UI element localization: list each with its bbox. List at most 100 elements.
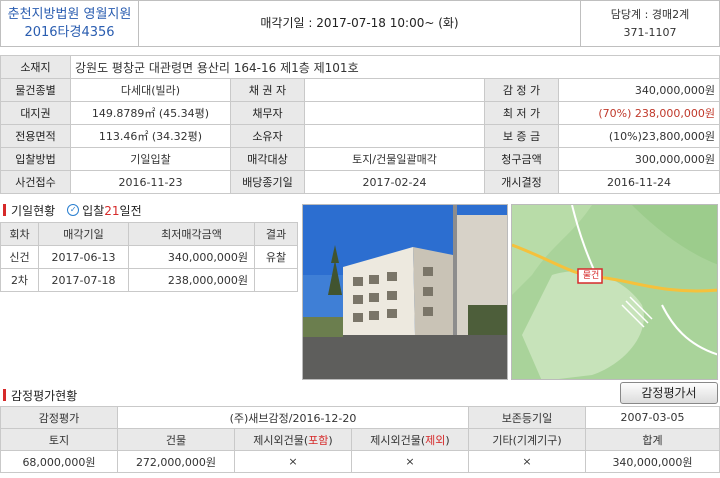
info-value: [304, 101, 485, 125]
info-value: 2017-02-24: [304, 170, 485, 194]
column-header: 회차: [0, 222, 39, 246]
info-label: 채 권 자: [230, 78, 305, 102]
date-cell: 2017-06-13: [38, 245, 129, 269]
column-header: 제시외건물(포함): [234, 428, 352, 451]
auction-history-table: 회차 매각기일 최저매각금액 결과 신건 2017-06-13 340,000,…: [0, 222, 298, 292]
column-header: 건물: [117, 428, 235, 451]
case-header: 춘천지방법원 영월지원 2016타경4356 매각기일 : 2017-07-18…: [0, 0, 720, 47]
info-value: [304, 124, 485, 148]
check-circle-icon: ✓: [67, 204, 80, 216]
appraisal-value-row: 68,000,000원 272,000,000원 × × × 340,000,0…: [0, 450, 720, 473]
info-label: 채무자: [230, 101, 305, 125]
building-value: 272,000,000원: [117, 450, 235, 473]
appraisal-header-row: 토지 건물 제시외건물(포함) 제시외건물(제외) 기타(기계기구) 합계: [0, 428, 720, 451]
info-label: 대지권: [0, 101, 71, 125]
appraisal-title-wrap: 감정평가현황: [0, 385, 77, 405]
info-label: 감 정 가: [484, 78, 559, 102]
building-photo-image: [303, 205, 507, 379]
column-header: 기타(기계기구): [468, 428, 586, 451]
column-header: 제시외건물(제외): [351, 428, 469, 451]
bid-countdown-prefix: 입찰: [82, 203, 105, 218]
info-label: 소유자: [230, 124, 305, 148]
appraisal-table: 감정평가 (주)새브감정/2016-12-20 보존등기일 2007-03-05…: [0, 406, 720, 473]
property-info-table: 소재지 강원도 평창군 대관령면 용산리 164-16 제1층 제101호 물건…: [0, 55, 720, 194]
info-label: 입찰방법: [0, 147, 71, 171]
appraisal-price: 340,000,000원: [558, 78, 720, 102]
table-row: 신건 2017-06-13 340,000,000원 유찰: [0, 245, 298, 269]
date-cell: 2017-07-18: [38, 268, 129, 292]
column-header: 토지: [0, 428, 118, 451]
info-label: 보 증 금: [484, 124, 559, 148]
appraisal-summary-row: 감정평가 (주)새브감정/2016-12-20 보존등기일 2007-03-05: [0, 406, 720, 429]
location-row: 소재지 강원도 평창군 대관령면 용산리 164-16 제1층 제101호: [0, 55, 720, 79]
result-cell: 유찰: [254, 245, 298, 269]
land-value: 68,000,000원: [0, 450, 118, 473]
info-row: 사건접수 2016-11-23 배당종기일 2017-02-24 개시결정 20…: [0, 170, 720, 194]
info-row: 대지권 149.8789㎡ (45.34평) 채무자 최 저 가 (70%) 2…: [0, 101, 720, 125]
registration-date-value: 2007-03-05: [585, 406, 720, 429]
auction-history-section: 기일현황 ✓ 입찰21일전 회차 매각기일 최저매각금액 결과 신건 2017-…: [0, 200, 300, 292]
column-header: 매각기일: [38, 222, 129, 246]
result-cell: [254, 268, 298, 292]
info-value: 기일입찰: [70, 147, 231, 171]
column-header: 결과: [254, 222, 298, 246]
property-photo[interactable]: [302, 204, 508, 380]
department-name: 담당계 : 경매2계: [610, 8, 690, 21]
appraisal-label: 감정평가: [0, 406, 118, 429]
appraisal-report-button[interactable]: 감정평가서: [620, 382, 718, 404]
registration-date-label: 보존등기일: [468, 406, 586, 429]
deposit-amount: (10%)23,800,000원: [558, 124, 720, 148]
extra-building-included: ×: [234, 450, 352, 473]
map-marker-label: 물건: [582, 271, 600, 281]
table-header-row: 회차 매각기일 최저매각금액 결과: [0, 222, 298, 246]
column-header: 최저매각금액: [128, 222, 255, 246]
map-image: [512, 205, 717, 379]
total-value: 340,000,000원: [585, 450, 720, 473]
court-info: 춘천지방법원 영월지원 2016타경4356: [1, 1, 139, 46]
column-header: 합계: [585, 428, 720, 451]
info-label: 물건종별: [0, 78, 71, 102]
machinery-value: ×: [468, 450, 586, 473]
auction-history-header: 기일현황 ✓ 입찰21일전: [0, 200, 300, 220]
section-marker: [3, 204, 6, 216]
location-map[interactable]: 물건: [511, 204, 718, 380]
info-label: 전용면적: [0, 124, 71, 148]
court-name: 춘천지방법원 영월지원: [7, 7, 132, 22]
round-cell: 신건: [0, 245, 39, 269]
info-value: 113.46㎡ (34.32평): [70, 124, 231, 148]
appraisal-section-header: 감정평가현황: [0, 384, 720, 406]
bid-countdown-suffix: 일전: [119, 203, 142, 218]
bid-countdown-days: 21: [104, 203, 120, 218]
appraiser-value: (주)새브감정/2016-12-20: [117, 406, 469, 429]
minimum-price: (70%) 238,000,000원: [558, 101, 720, 125]
info-label: 배당종기일: [230, 170, 305, 194]
info-value: 2016-11-23: [70, 170, 231, 194]
info-row: 입찰방법 기일입찰 매각대상 토지/건물일괄매각 청구금액 300,000,00…: [0, 147, 720, 171]
extra-building-excluded: ×: [351, 450, 469, 473]
case-number: 2016타경4356: [24, 25, 115, 40]
table-row: 2차 2017-07-18 238,000,000원: [0, 268, 298, 292]
appraisal-title: 감정평가현황: [11, 388, 78, 403]
claim-amount: 300,000,000원: [558, 147, 720, 171]
sale-date: 매각기일 : 2017-07-18 10:00~ (화): [139, 1, 581, 46]
info-label: 매각대상: [230, 147, 305, 171]
info-label: 청구금액: [484, 147, 559, 171]
info-value: 149.8789㎡ (45.34평): [70, 101, 231, 125]
info-label: 최 저 가: [484, 101, 559, 125]
info-label: 사건접수: [0, 170, 71, 194]
price-cell: 238,000,000원: [128, 268, 255, 292]
auction-history-title: 기일현황: [11, 203, 56, 218]
location-label: 소재지: [0, 55, 71, 79]
info-label: 개시결정: [484, 170, 559, 194]
price-cell: 340,000,000원: [128, 245, 255, 269]
department-phone: 371-1107: [623, 26, 677, 39]
info-value: 다세대(빌라): [70, 78, 231, 102]
section-marker: [3, 389, 6, 401]
round-cell: 2차: [0, 268, 39, 292]
info-value: [304, 78, 485, 102]
info-row: 물건종별 다세대(빌라) 채 권 자 감 정 가 340,000,000원: [0, 78, 720, 102]
info-value: 토지/건물일괄매각: [304, 147, 485, 171]
location-value: 강원도 평창군 대관령면 용산리 164-16 제1층 제101호: [70, 55, 720, 79]
bid-countdown: 입찰21일전: [82, 202, 141, 219]
department-info: 담당계 : 경매2계 371-1107: [581, 1, 719, 46]
